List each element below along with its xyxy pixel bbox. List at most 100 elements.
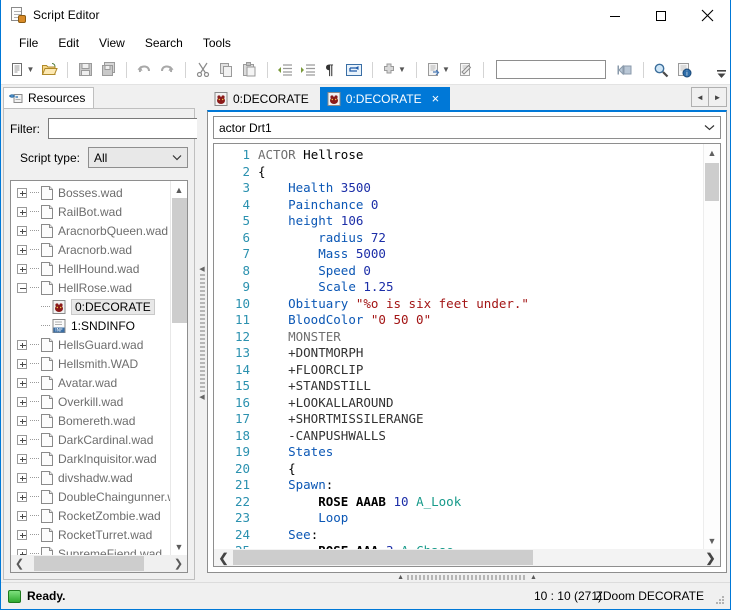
tree-lump-item[interactable]: 0:DECORATE: [11, 297, 170, 316]
editor-tab-0[interactable]: 0:DECORATE: [207, 87, 320, 110]
collapse-icon[interactable]: [17, 282, 27, 293]
tree-wad-item[interactable]: RocketTurret.wad: [11, 525, 170, 544]
expand-icon[interactable]: [17, 339, 27, 350]
chevron-down-icon[interactable]: ▼: [398, 65, 406, 74]
tree-vertical-scrollbar[interactable]: ▲ ▼: [170, 181, 187, 555]
tree-horizontal-scrollbar[interactable]: ❮ ❯: [11, 555, 187, 572]
close-button[interactable]: [684, 0, 730, 31]
tree-wad-item[interactable]: RailBot.wad: [11, 202, 170, 221]
cut-icon[interactable]: [192, 59, 214, 81]
open-icon[interactable]: [38, 59, 60, 81]
chevron-down-icon[interactable]: ▼: [442, 65, 450, 74]
edit-script-icon[interactable]: [454, 59, 476, 81]
code-editor[interactable]: 1 ACTOR Hellrose 2{3 Health 3500 4 Painchan…: [213, 143, 721, 567]
tab-resources[interactable]: Resources: [3, 87, 95, 108]
expand-icon[interactable]: [17, 358, 27, 369]
expand-icon[interactable]: [17, 244, 27, 255]
new-script-icon[interactable]: ▼: [7, 59, 37, 81]
maximize-button[interactable]: [638, 0, 684, 31]
tree-scroll-thumb[interactable]: [171, 198, 187, 323]
tab-scroll-next-button[interactable]: ►: [709, 87, 727, 107]
tree-wad-item[interactable]: HellsGuard.wad: [11, 335, 170, 354]
splitter-grip-horizontal[interactable]: [407, 575, 527, 580]
menu-tools[interactable]: Tools: [193, 33, 241, 53]
code-horizontal-scrollbar[interactable]: ❮ ❯: [214, 549, 720, 566]
resource-tree[interactable]: Bosses.wad RailBot.wad AracnorbQueen.wad Ar…: [10, 180, 188, 573]
scroll-right-icon[interactable]: ❯: [701, 551, 720, 565]
expand-icon[interactable]: [17, 453, 27, 464]
goto-icon[interactable]: [614, 59, 636, 81]
chevron-down-icon[interactable]: ▼: [27, 65, 35, 74]
tree-wad-item[interactable]: Bomereth.wad: [11, 411, 170, 430]
expand-icon[interactable]: [17, 187, 27, 198]
collapse-up-icon[interactable]: ▲: [397, 574, 404, 581]
code-hscroll-thumb[interactable]: [233, 550, 533, 565]
panel-splitter[interactable]: ◀ ◀: [197, 86, 207, 582]
redo-icon[interactable]: [156, 59, 178, 81]
tree-wad-item[interactable]: Aracnorb.wad: [11, 240, 170, 259]
expand-icon[interactable]: [17, 206, 27, 217]
menu-edit[interactable]: Edit: [48, 33, 89, 53]
find-icon[interactable]: [650, 59, 672, 81]
expand-icon[interactable]: [17, 434, 27, 445]
undo-icon[interactable]: [133, 59, 155, 81]
code-vscroll-thumb[interactable]: [705, 163, 719, 201]
tree-wad-item[interactable]: DarkCardinal.wad: [11, 430, 170, 449]
tree-wad-item[interactable]: AracnorbQueen.wad: [11, 221, 170, 240]
script-info-icon[interactable]: i: [673, 59, 695, 81]
tree-wad-item[interactable]: Overkill.wad: [11, 392, 170, 411]
tree-lump-item[interactable]: INF 1:SNDINFO: [11, 316, 170, 335]
expand-icon[interactable]: [17, 491, 27, 502]
whitespace-icon[interactable]: ¶: [320, 59, 342, 81]
paste-icon[interactable]: [238, 59, 260, 81]
scroll-up-icon[interactable]: ▲: [171, 181, 188, 198]
tree-wad-item[interactable]: RocketZombie.wad: [11, 506, 170, 525]
code-vertical-scrollbar[interactable]: ▲ ▼: [703, 144, 720, 549]
tree-wad-item[interactable]: SupremeFiend.wad: [11, 544, 170, 555]
minimize-button[interactable]: [592, 0, 638, 31]
copy-icon[interactable]: [215, 59, 237, 81]
tree-wad-item[interactable]: HellHound.wad: [11, 259, 170, 278]
wordwrap-icon[interactable]: [343, 59, 365, 81]
menu-view[interactable]: View: [89, 33, 135, 53]
code-text[interactable]: 1 ACTOR Hellrose 2{3 Health 3500 4 Painchan…: [214, 144, 703, 549]
collapse-down-icon[interactable]: ▲: [530, 574, 537, 581]
expand-icon[interactable]: [17, 415, 27, 426]
expand-icon[interactable]: [17, 377, 27, 388]
expand-icon[interactable]: [17, 472, 27, 483]
tab-scroll-prev-button[interactable]: ◄: [691, 87, 709, 107]
scroll-left-icon[interactable]: ❮: [214, 551, 233, 565]
expand-icon[interactable]: [17, 263, 27, 274]
toolbar-search-input[interactable]: [496, 60, 606, 79]
editor-tab-1[interactable]: 0:DECORATE ×: [319, 87, 451, 110]
scroll-down-icon[interactable]: ▼: [704, 532, 721, 549]
tree-hscroll-track[interactable]: [28, 556, 170, 571]
toolbar-overflow-button[interactable]: [715, 60, 727, 80]
menu-file[interactable]: File: [9, 33, 48, 53]
code-hscroll-track[interactable]: [233, 550, 701, 565]
tree-wad-item[interactable]: Bosses.wad: [11, 183, 170, 202]
scroll-left-icon[interactable]: ❮: [11, 557, 28, 570]
tree-wad-item[interactable]: DoubleChaingunner.wad: [11, 487, 170, 506]
expand-icon[interactable]: [17, 225, 27, 236]
window-resize-grip[interactable]: [714, 594, 726, 606]
tree-hscroll-thumb[interactable]: [34, 556, 144, 571]
tree-wad-item[interactable]: Avatar.wad: [11, 373, 170, 392]
editor-bottom-splitter[interactable]: ▲ ▲: [207, 573, 727, 582]
splitter-grip[interactable]: [199, 274, 205, 394]
tree-wad-item[interactable]: Hellsmith.WAD: [11, 354, 170, 373]
scroll-down-icon[interactable]: ▼: [171, 538, 188, 555]
tree-wad-item[interactable]: divshadw.wad: [11, 468, 170, 487]
indent-icon[interactable]: [297, 59, 319, 81]
scroll-up-icon[interactable]: ▲: [704, 144, 721, 161]
outdent-icon[interactable]: [274, 59, 296, 81]
script-type-select[interactable]: All: [88, 147, 188, 168]
editor-tab-1-close-button[interactable]: ×: [432, 92, 440, 105]
expand-icon[interactable]: [17, 529, 27, 540]
save-icon[interactable]: [74, 59, 96, 81]
collapse-right-icon[interactable]: ◀: [199, 394, 204, 402]
tree-wad-item[interactable]: DarkInquisitor.wad: [11, 449, 170, 468]
collapse-left-icon[interactable]: ◀: [199, 266, 204, 274]
snippet-icon[interactable]: ▼: [379, 59, 409, 81]
expand-icon[interactable]: [17, 396, 27, 407]
